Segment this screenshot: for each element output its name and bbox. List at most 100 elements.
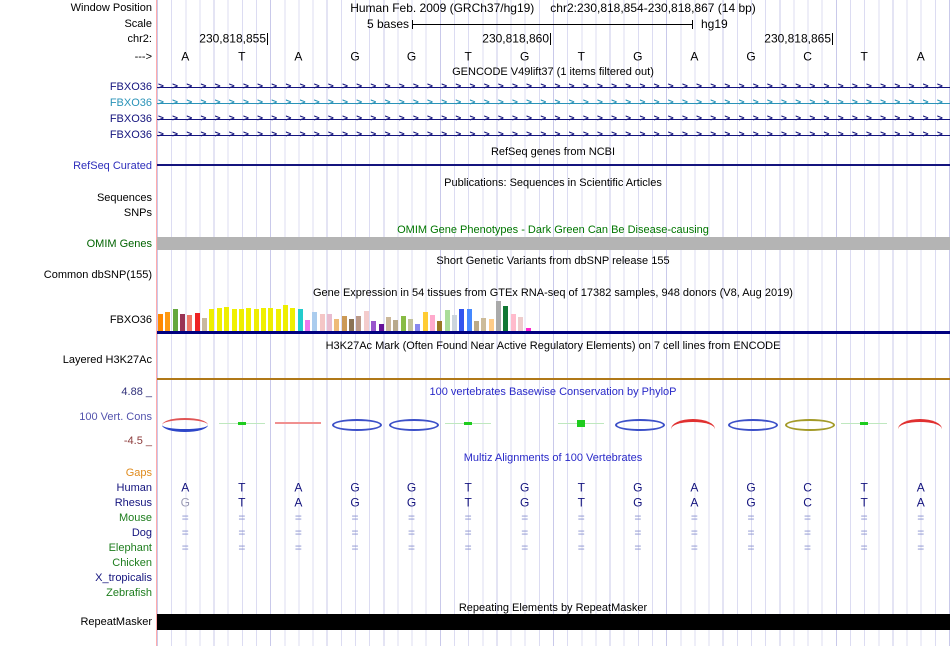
gtex-expression-bar[interactable] (437, 321, 443, 331)
gtex-expression-bar[interactable] (518, 317, 524, 331)
alignment-cell: T (860, 480, 868, 495)
conservation-glyph-line-red[interactable] (275, 422, 322, 424)
track-label-gencode-gene[interactable]: FBXO36 (110, 129, 152, 141)
gtex-expression-bar[interactable] (459, 309, 465, 331)
conservation-glyph-lens-red-blue[interactable] (162, 418, 209, 432)
gene-strand-arrows[interactable]: >>>>>>>>>>>>>>>>>>>>>>>>>>>>>>>>>>>>>>>>… (158, 129, 950, 141)
repeatmasker-title: Repeating Elements by RepeatMasker (458, 602, 648, 614)
gtex-expression-bar[interactable] (238, 309, 244, 331)
gtex-expression-bar[interactable] (246, 308, 252, 331)
conservation-glyph-lens-blue[interactable] (388, 419, 439, 431)
gtex-expression-bar[interactable] (224, 307, 230, 331)
conservation-glyph-dash-green[interactable] (218, 419, 265, 427)
gtex-expression-bar[interactable] (231, 309, 237, 331)
gtex-expression-bar[interactable] (327, 314, 333, 331)
omim-title: OMIM Gene Phenotypes - Dark Green Can Be… (397, 224, 709, 236)
track-label-vert-cons[interactable]: 100 Vert. Cons (79, 411, 152, 423)
conservation-glyph-lens-olive[interactable] (784, 419, 835, 431)
conservation-glyph-dash-green[interactable] (841, 419, 888, 427)
gene-strand-arrows[interactable]: >>>>>>>>>>>>>>>>>>>>>>>>>>>>>>>>>>>>>>>>… (158, 97, 950, 109)
gtex-expression-bar[interactable] (525, 328, 531, 331)
gtex-expression-bar[interactable] (422, 312, 428, 331)
track-label-species-gaps[interactable]: Gaps (126, 467, 152, 479)
gtex-expression-bar[interactable] (385, 317, 391, 331)
conservation-glyph-lens-blue[interactable] (728, 419, 778, 431)
gtex-expression-bar[interactable] (253, 309, 259, 331)
gene-strand-arrows[interactable]: >>>>>>>>>>>>>>>>>>>>>>>>>>>>>>>>>>>>>>>>… (158, 81, 950, 93)
gtex-expression-bar[interactable] (297, 309, 303, 331)
gtex-expression-bar[interactable] (488, 319, 494, 331)
gtex-expression-bar[interactable] (172, 309, 178, 331)
gtex-expression-bar[interactable] (319, 314, 325, 331)
track-label-species-rhesus[interactable]: Rhesus (115, 497, 152, 509)
gtex-expression-bar[interactable] (481, 318, 487, 331)
gtex-expression-bar[interactable] (158, 314, 163, 331)
gtex-expression-bar[interactable] (260, 308, 266, 331)
gtex-expression-bar[interactable] (466, 309, 472, 331)
gtex-expression-bar[interactable] (503, 306, 509, 331)
track-label-refseq-curated[interactable]: RefSeq Curated (73, 160, 152, 172)
track-label-sequences[interactable]: Sequences (97, 192, 152, 204)
gtex-expression-bar[interactable] (452, 315, 457, 331)
gtex-expression-bar[interactable] (209, 309, 215, 331)
alignment-cell: G (746, 495, 756, 510)
track-label-species-dog[interactable]: Dog (132, 527, 152, 539)
gtex-expression-bar[interactable] (194, 313, 200, 331)
gtex-expression-bar[interactable] (407, 319, 413, 331)
genome-browser: Window Position Human Feb. 2009 (GRCh37/… (0, 0, 950, 646)
track-label-omim-genes[interactable]: OMIM Genes (87, 238, 152, 250)
track-label-species-mouse[interactable]: Mouse (119, 512, 152, 524)
gtex-expression-bar[interactable] (312, 312, 318, 331)
gtex-expression-bar[interactable] (356, 316, 362, 331)
alignment-cell: A (690, 480, 699, 495)
conservation-glyph-lens-blue[interactable] (614, 419, 665, 431)
conservation-glyph-dash-green[interactable] (445, 419, 492, 427)
track-label-gencode-gene[interactable]: FBXO36 (110, 113, 152, 125)
track-label-repeatmasker[interactable]: RepeatMasker (80, 616, 152, 628)
h3k27ac-signal-baseline[interactable] (157, 378, 950, 380)
track-label-species-human[interactable]: Human (117, 482, 152, 494)
track-label-species-elephant[interactable]: Elephant (109, 542, 152, 554)
track-label-common-dbsnp[interactable]: Common dbSNP(155) (44, 269, 152, 281)
gtex-expression-bar[interactable] (202, 318, 208, 331)
gtex-expression-bar[interactable] (216, 308, 222, 331)
track-label-gencode-gene[interactable]: FBXO36 (110, 81, 152, 93)
gtex-expression-bar[interactable] (363, 311, 369, 331)
gtex-expression-bar[interactable] (305, 320, 310, 331)
gtex-expression-bar[interactable] (180, 314, 186, 331)
track-label-gencode-gene[interactable]: FBXO36 (110, 97, 152, 109)
gtex-expression-bar[interactable] (474, 321, 480, 331)
track-label-layered-h3k27ac[interactable]: Layered H3K27Ac (63, 354, 152, 366)
track-label-species-x_tropicalis[interactable]: X_tropicalis (95, 572, 152, 584)
gtex-expression-bar[interactable] (268, 308, 274, 331)
gtex-expression-bar[interactable] (290, 308, 296, 331)
gtex-expression-bar[interactable] (187, 315, 193, 331)
omim-gene-bar[interactable] (157, 237, 950, 250)
gtex-expression-bar[interactable] (349, 319, 355, 331)
gene-strand-arrows[interactable]: >>>>>>>>>>>>>>>>>>>>>>>>>>>>>>>>>>>>>>>>… (158, 113, 950, 125)
gtex-expression-bar[interactable] (444, 310, 450, 331)
track-label-snps[interactable]: SNPs (124, 207, 152, 219)
gtex-expression-bar[interactable] (371, 321, 377, 331)
gtex-expression-bar[interactable] (429, 315, 435, 331)
gtex-expression-bar[interactable] (415, 324, 421, 331)
conservation-glyph-lens-blue[interactable] (332, 419, 382, 431)
conservation-glyph-square-green[interactable] (558, 419, 605, 427)
alignment-cell: = (351, 510, 359, 525)
gtex-expression-bar[interactable] (341, 316, 347, 331)
gtex-expression-bar[interactable] (378, 324, 384, 331)
gtex-expression-bar[interactable] (165, 312, 171, 331)
gtex-expression-bar[interactable] (275, 309, 281, 331)
track-label-species-zebrafish[interactable]: Zebrafish (106, 587, 152, 599)
track-label-species-chicken[interactable]: Chicken (112, 557, 152, 569)
gtex-expression-bar[interactable] (282, 305, 288, 331)
gtex-expression-bar[interactable] (334, 319, 340, 331)
track-label-gtex-gene[interactable]: FBXO36 (110, 314, 152, 326)
refseq-gene-line[interactable] (157, 164, 950, 166)
gtex-expression-bar[interactable] (393, 320, 399, 331)
repeatmasker-element-bar[interactable] (157, 614, 950, 630)
gtex-expression-bar[interactable] (510, 314, 516, 331)
sequence-base: G (350, 49, 360, 64)
gtex-expression-bar[interactable] (400, 316, 406, 331)
gtex-expression-bar[interactable] (496, 301, 502, 331)
